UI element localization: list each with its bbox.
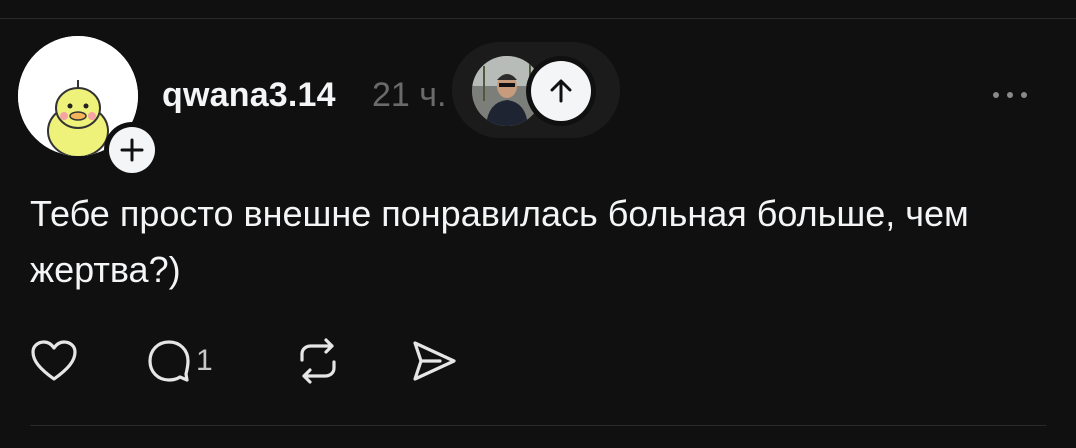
reply-count: 1: [196, 344, 213, 377]
bottom-divider: [30, 425, 1046, 426]
arrow-up-icon: [550, 79, 572, 103]
repost-icon: [300, 338, 336, 384]
send-icon: [413, 341, 456, 381]
post-text: Тебе просто внешне понравилась больная б…: [30, 193, 969, 290]
author-avatar-container[interactable]: [18, 36, 160, 178]
like-button[interactable]: [30, 336, 78, 386]
username[interactable]: qwana3.14: [162, 76, 336, 115]
more-horizontal-icon: [993, 92, 1027, 98]
follow-button[interactable]: [104, 122, 160, 178]
scroll-up-button[interactable]: [526, 56, 596, 126]
timestamp: 21 ч.: [372, 76, 447, 114]
plus-icon: [120, 138, 144, 162]
top-divider: [0, 18, 1076, 19]
comment-icon: [148, 340, 190, 382]
heart-icon: [31, 340, 77, 381]
repost-button[interactable]: [294, 336, 342, 386]
more-options-button[interactable]: [988, 80, 1032, 110]
share-button[interactable]: [410, 336, 458, 386]
reply-button[interactable]: 1: [146, 336, 213, 386]
